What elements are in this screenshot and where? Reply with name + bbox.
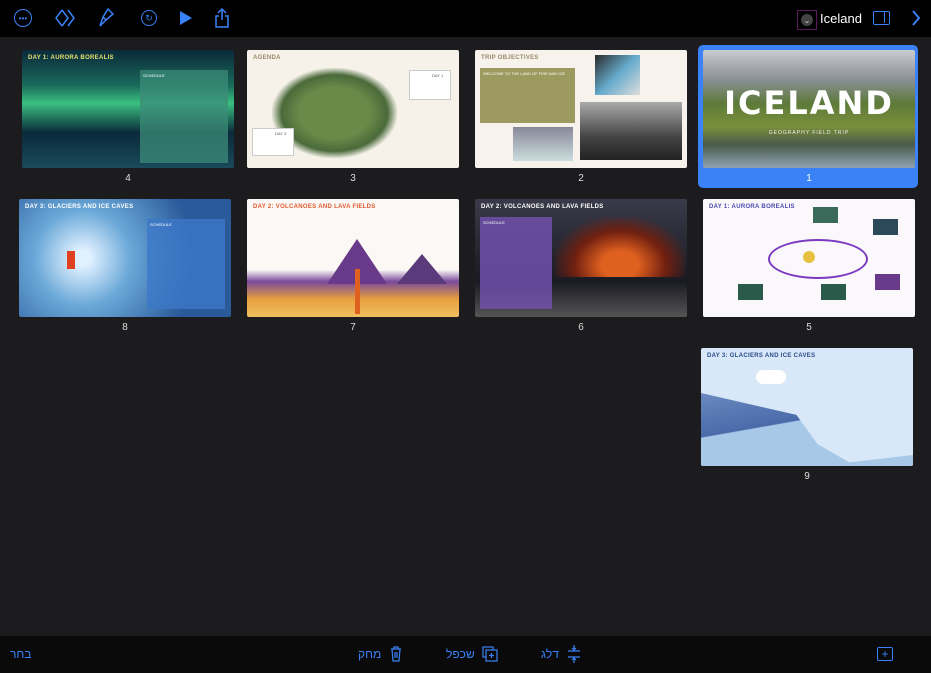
toolbar: ••• ↻ ⌄ Iceland: [0, 0, 931, 37]
trash-icon[interactable]: [390, 646, 402, 662]
slide-thumbnail-8[interactable]: DAY 3: GLACIERS AND ICE CAVES SCHEDULE: [19, 199, 231, 317]
slide-title: AGENDA: [253, 55, 281, 61]
chevron-right-icon[interactable]: [911, 9, 921, 27]
document-title[interactable]: Iceland: [820, 11, 862, 26]
slide-thumbnail-5[interactable]: DAY 1: AURORA BOREALIS: [703, 199, 915, 317]
sidebar-icon[interactable]: [873, 11, 890, 25]
slide-number: 2: [578, 173, 584, 184]
slide-thumbnail-7[interactable]: DAY 2: VOLCANOES AND LAVA FIELDS: [247, 199, 459, 317]
slide-title: DAY 3: GLACIERS AND ICE CAVES: [25, 204, 134, 210]
slide-number: 5: [806, 322, 812, 333]
slide-thumbnail-4[interactable]: DAY 1: AURORA BOREALIS SCHEDULE: [22, 50, 234, 168]
duplicate-icon[interactable]: [482, 646, 498, 662]
slide-title: DAY 2: VOLCANOES AND LAVA FIELDS: [253, 204, 376, 210]
slide-number: 4: [125, 173, 131, 184]
slide-thumbnail-6[interactable]: DAY 2: VOLCANOES AND LAVA FIELDS SCHEDUL…: [475, 199, 687, 317]
agenda-label: DAY 1: [432, 73, 444, 78]
slide-box-text: SCHEDULE: [483, 220, 505, 225]
slide-thumbnail-9[interactable]: DAY 3: GLACIERS AND ICE CAVES: [701, 348, 913, 466]
slide-thumbnail-2[interactable]: TRIP OBJECTIVES WELCOME TO THE LAND OF F…: [475, 50, 687, 168]
chevron-down-icon: ⌄: [801, 14, 813, 26]
undo-icon[interactable]: ↻: [141, 10, 157, 26]
slide-box-text: WELCOME TO THE LAND OF FIRE AND ICE: [483, 71, 566, 76]
delete-button[interactable]: מחק: [358, 647, 381, 661]
slide-number: 3: [350, 173, 356, 184]
animate-icon[interactable]: [55, 9, 75, 27]
slide-thumbnail-3[interactable]: AGENDA DAY 1 DAY 3: [247, 50, 459, 168]
duplicate-button[interactable]: שכפל: [446, 647, 475, 661]
slide-number: 1: [806, 173, 812, 184]
slide-thumbnail-1[interactable]: ICELAND GEOGRAPHY FIELD TRIP: [703, 50, 915, 168]
slide-title: DAY 2: VOLCANOES AND LAVA FIELDS: [481, 204, 604, 210]
share-icon[interactable]: [215, 8, 229, 28]
slide-box-text: SCHEDULE: [143, 73, 165, 78]
slide-number: 8: [122, 322, 128, 333]
skip-icon[interactable]: [567, 645, 581, 663]
slide-box-text: SCHEDULE: [150, 222, 172, 227]
format-brush-icon[interactable]: [98, 8, 114, 28]
slide-title: TRIP OBJECTIVES: [481, 55, 539, 61]
slide-title: DAY 1: AURORA BOREALIS: [28, 55, 114, 61]
slide-title: DAY 3: GLACIERS AND ICE CAVES: [707, 353, 816, 359]
slide-number: 9: [804, 471, 810, 482]
slide-number: 6: [578, 322, 584, 333]
slide-number: 7: [350, 322, 356, 333]
play-icon[interactable]: [180, 11, 192, 25]
skip-button[interactable]: דלג: [541, 647, 559, 661]
slide-title: DAY 1: AURORA BOREALIS: [709, 204, 795, 210]
more-icon[interactable]: •••: [14, 9, 32, 27]
add-slide-icon[interactable]: +: [877, 647, 893, 661]
slide-subtitle: GEOGRAPHY FIELD TRIP: [768, 130, 850, 136]
slide-title: ICELAND: [724, 84, 894, 122]
select-button[interactable]: בחר: [10, 647, 32, 661]
title-menu-button[interactable]: ⌄: [797, 10, 817, 30]
agenda-label: DAY 3: [275, 131, 287, 136]
